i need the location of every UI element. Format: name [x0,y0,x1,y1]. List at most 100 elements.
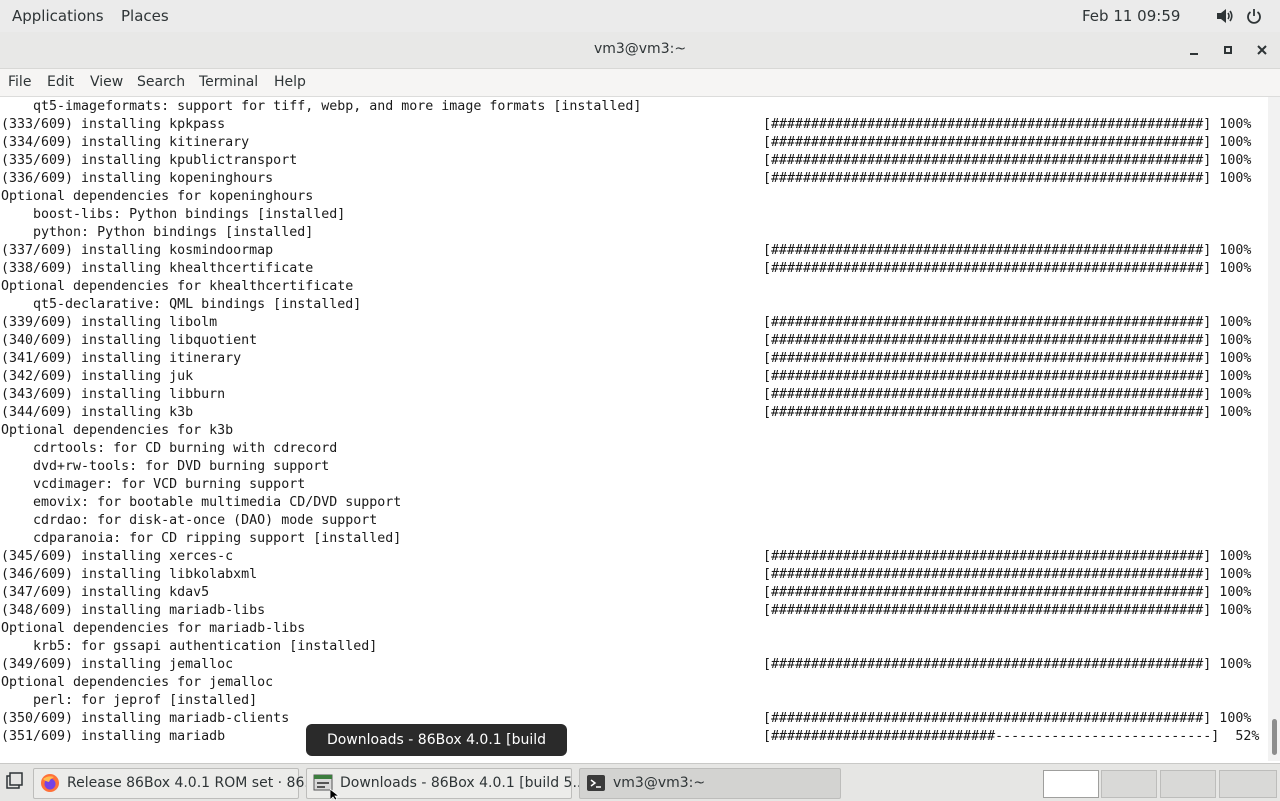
terminal-line: krb5: for gssapi authentication [install… [0,638,1268,656]
task-downloads[interactable]: Downloads - 86Box 4.0.1 [build 5... [306,768,586,799]
terminal-line: Optional dependencies for khealthcertifi… [0,278,1268,296]
terminal-line-text: perl: for jeprof [installed] [1,693,258,708]
clock[interactable]: Feb 11 09:59 [1082,7,1180,25]
terminal-line: (345/609) installing xerces-c [##########… [0,548,1268,566]
progress-bar-text: [#######################################… [763,369,1252,384]
menu-help[interactable]: Help [274,74,306,90]
scrollbar-thumb[interactable] [1272,719,1277,755]
minimize-icon[interactable] [1184,40,1204,60]
terminal-line: Optional dependencies for k3b [0,422,1268,440]
workspace-4[interactable] [1219,770,1277,798]
terminal-line-text: cdparanoia: for CD ripping support [inst… [1,531,402,546]
workspace-3[interactable] [1160,770,1216,798]
show-desktop-icon[interactable] [0,766,28,798]
taskbar-tooltip: Downloads - 86Box 4.0.1 [build 5111] [306,724,567,780]
terminal-line: qt5-imageformats: support for tiff, webp… [0,98,1268,116]
progress-bar-text: [#######################################… [763,405,1252,420]
terminal-line-text: (347/609) installing kdav5 [1,585,210,600]
terminal-line: (338/609) installing khealthcertificate [… [0,260,1268,278]
terminal-line: (349/609) installing jemalloc [##########… [0,656,1268,674]
places-menu[interactable]: Places [121,7,169,25]
progress-bar-text: [#######################################… [763,315,1252,330]
terminal-icon [587,775,605,791]
terminal-line-text: (345/609) installing xerces-c [1,549,234,564]
window-titlebar[interactable]: vm3@vm3:~ [0,32,1280,69]
terminal-line-text: boost-libs: Python bindings [installed] [1,207,346,222]
menu-file[interactable]: File [8,74,31,90]
terminal-line: (335/609) installing kpublictransport [##… [0,152,1268,170]
speaker-icon[interactable] [1216,8,1234,24]
terminal-line-text: (334/609) installing kitinerary [1,135,250,150]
terminal-line-text: (338/609) installing khealthcertificate [1,261,314,276]
progress-bar-text: [#######################################… [763,567,1252,582]
menu-terminal[interactable]: Terminal [199,74,258,90]
terminal-output[interactable]: qt5-imageformats: support for tiff, webp… [0,97,1268,761]
workspace-2[interactable] [1101,770,1157,798]
terminal-line: (337/609) installing kosmindoormap [#####… [0,242,1268,260]
window-list-panel: Release 86Box 4.0.1 ROM set · 86... Down… [0,763,1280,801]
terminal-line-text: Optional dependencies for khealthcertifi… [1,279,354,294]
progress-bar-text: [#######################################… [763,585,1252,600]
terminal-line-text: Optional dependencies for jemalloc [1,675,274,690]
terminal-line: Optional dependencies for jemalloc [0,674,1268,692]
terminal-line: dvd+rw-tools: for DVD burning support [0,458,1268,476]
terminal-line-text: (346/609) installing libkolabxml [1,567,258,582]
progress-bar-text: [#######################################… [763,261,1252,276]
terminal-line: (350/609) installing mariadb-clients [###… [0,710,1268,728]
terminal-line: cdrdao: for disk-at-once (DAO) mode supp… [0,512,1268,530]
terminal-line-text: (351/609) installing mariadb [1,729,226,744]
task-label: Release 86Box 4.0.1 ROM set · 86... [67,775,318,791]
menu-view[interactable]: View [90,74,123,90]
terminal-line: cdparanoia: for CD ripping support [inst… [0,530,1268,548]
power-icon[interactable] [1246,8,1262,24]
terminal-line: (339/609) installing libolm [############… [0,314,1268,332]
terminal-line-text: (341/609) installing itinerary [1,351,242,366]
terminal-line: (346/609) installing libkolabxml [#######… [0,566,1268,584]
terminal-line: (342/609) installing juk [###############… [0,368,1268,386]
progress-bar-text: [#######################################… [763,243,1252,258]
progress-bar-text: [#######################################… [763,153,1252,168]
terminal-line-text: qt5-declarative: QML bindings [installed… [1,297,362,312]
maximize-icon[interactable] [1218,40,1238,60]
terminal-line: cdrtools: for CD burning with cdrecord [0,440,1268,458]
progress-bar-text: [############################-----------… [763,729,1260,744]
task-label: Downloads - 86Box 4.0.1 [build 5... [340,775,586,791]
menu-edit[interactable]: Edit [47,74,74,90]
terminal-line-text: krb5: for gssapi authentication [install… [1,639,378,654]
terminal-line-text: (342/609) installing juk [1,369,194,384]
menu-bar: File Edit View Search Terminal Help [0,69,1280,97]
progress-bar-text: [#######################################… [763,387,1252,402]
terminal-line-text: (339/609) installing libolm [1,315,218,330]
terminal-line: emovix: for bootable multimedia CD/DVD s… [0,494,1268,512]
terminal-line: boost-libs: Python bindings [installed] [0,206,1268,224]
terminal-line: python: Python bindings [installed] [0,224,1268,242]
menu-search[interactable]: Search [137,74,185,90]
terminal-line-text: (337/609) installing kosmindoormap [1,243,274,258]
terminal-line-text: (340/609) installing libquotient [1,333,258,348]
terminal-line-text: vcdimager: for VCD burning support [1,477,306,492]
progress-bar-text: [#######################################… [763,351,1252,366]
close-icon[interactable] [1252,40,1272,60]
terminal-line: (340/609) installing libquotient [#######… [0,332,1268,350]
terminal-line: perl: for jeprof [installed] [0,692,1268,710]
mouse-cursor-icon [330,789,340,800]
terminal-scrollbar[interactable] [1268,97,1280,761]
progress-bar-text: [#######################################… [763,135,1252,150]
progress-bar-text: [#######################################… [763,549,1252,564]
terminal-line: (344/609) installing k3b [###############… [0,404,1268,422]
terminal-line-text: Optional dependencies for kopeninghours [1,189,314,204]
applications-menu[interactable]: Applications [12,7,104,25]
terminal-line-text: qt5-imageformats: support for tiff, webp… [1,99,642,114]
workspace-1[interactable] [1043,770,1099,798]
terminal-line-text: (333/609) installing kpkpass [1,117,226,132]
terminal-line-text: dvd+rw-tools: for DVD burning support [1,459,330,474]
terminal-line: Optional dependencies for kopeninghours [0,188,1268,206]
terminal-line: (347/609) installing kdav5 [#############… [0,584,1268,602]
terminal-line: (343/609) installing libburn [###########… [0,386,1268,404]
task-terminal[interactable]: vm3@vm3:~ [579,768,841,799]
progress-bar-text: [#######################################… [763,333,1252,348]
progress-bar-text: [#######################################… [763,711,1252,726]
terminal-line-text: (343/609) installing libburn [1,387,226,402]
task-firefox[interactable]: Release 86Box 4.0.1 ROM set · 86... [33,768,318,799]
progress-bar-text: [#######################################… [763,171,1252,186]
